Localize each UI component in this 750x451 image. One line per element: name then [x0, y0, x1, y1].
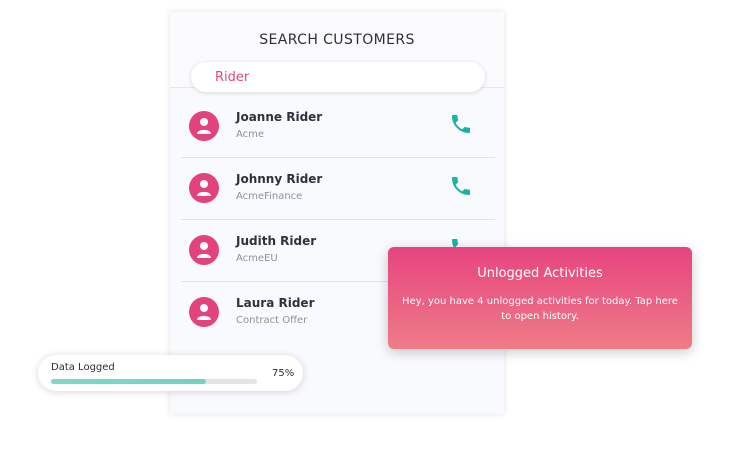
unlogged-activities-notification[interactable]: Unlogged Activities Hey, you have 4 unlo… — [388, 247, 692, 349]
customer-company: AcmeEU — [236, 253, 278, 264]
customer-row[interactable]: Joanne Rider Acme — [181, 96, 495, 158]
user-icon — [197, 118, 211, 134]
customer-row[interactable]: Johnny Rider AcmeFinance — [181, 158, 495, 220]
app-stage: SEARCH CUSTOMERS Joanne Rider Acme Johnn… — [0, 0, 750, 451]
data-logged-progress-track — [51, 379, 257, 384]
notification-message: Hey, you have 4 unlogged activities for … — [402, 296, 678, 322]
customer-name: Johnny Rider — [236, 172, 323, 186]
data-logged-percent: 75% — [272, 368, 295, 379]
page-title: SEARCH CUSTOMERS — [259, 32, 415, 48]
data-logged-card: Data Logged 75% — [38, 355, 303, 391]
avatar — [189, 297, 219, 327]
data-logged-progress-fill — [51, 379, 206, 384]
search-box[interactable] — [191, 62, 485, 92]
customer-name: Joanne Rider — [236, 110, 323, 124]
data-logged-label: Data Logged — [51, 362, 115, 373]
user-icon — [197, 304, 211, 320]
customer-company: AcmeFinance — [236, 191, 303, 202]
customer-company: Contract Offer — [236, 315, 308, 326]
avatar — [189, 235, 219, 265]
avatar — [189, 111, 219, 141]
phone-icon[interactable] — [449, 174, 473, 198]
avatar — [189, 173, 219, 203]
customer-name: Judith Rider — [236, 234, 317, 248]
search-input[interactable] — [215, 66, 465, 88]
customer-name: Laura Rider — [236, 296, 315, 310]
user-icon — [197, 180, 211, 196]
phone-icon[interactable] — [449, 112, 473, 136]
user-icon — [197, 242, 211, 258]
search-customers-panel: SEARCH CUSTOMERS Joanne Rider Acme Johnn… — [170, 12, 504, 414]
notification-title: Unlogged Activities — [477, 266, 603, 281]
customer-company: Acme — [236, 129, 265, 140]
